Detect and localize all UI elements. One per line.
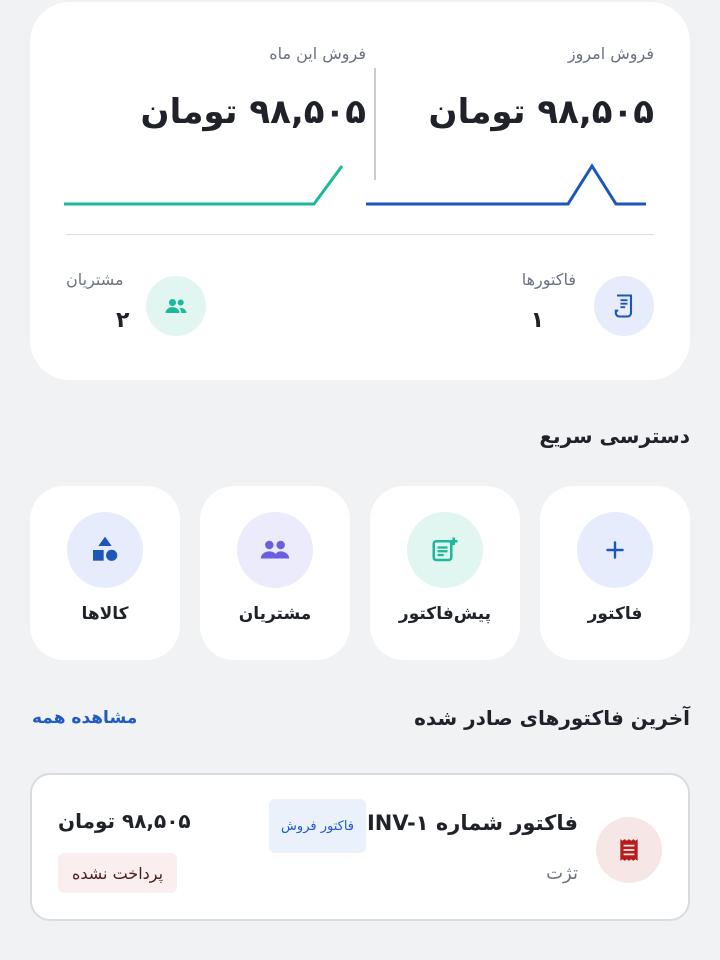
- quick-access-products-label: کالاها: [81, 604, 129, 624]
- invoices-count: ۱: [530, 308, 544, 333]
- today-sales-sparkline: [366, 163, 646, 206]
- quick-access-proforma[interactable]: پیش‌فاکتور: [370, 486, 520, 660]
- month-sales-value: ۹۸,۵۰۵ تومان: [140, 92, 366, 132]
- recent-invoices-title: آخرین فاکتورهای صادر شده: [414, 706, 690, 730]
- quick-access-title: دسترسی سریع: [539, 424, 690, 448]
- customers-count: ۲: [116, 308, 130, 333]
- invoice-type-badge: فاکتور فروش: [269, 799, 366, 853]
- month-sales-sparkline: [64, 165, 344, 206]
- today-sales-value: ۹۸,۵۰۵ تومان: [428, 92, 654, 132]
- note-add-icon: [407, 512, 483, 588]
- invoice-amount: ۹۸,۵۰۵ تومان: [58, 809, 191, 833]
- quick-access-products[interactable]: کالاها: [30, 486, 180, 660]
- view-all-link[interactable]: مشاهده همه: [32, 708, 137, 728]
- invoice-receipt-icon: [596, 817, 662, 883]
- plus-icon: [577, 512, 653, 588]
- month-sparkline-path: [64, 165, 344, 206]
- group-icon: [237, 512, 313, 588]
- quick-access-invoice[interactable]: فاکتور: [540, 486, 690, 660]
- quick-access-proforma-label: پیش‌فاکتور: [398, 604, 492, 624]
- month-sales-label: فروش این ماه: [269, 44, 366, 63]
- today-sales-label: فروش امروز: [567, 44, 654, 63]
- quick-access-customers[interactable]: مشتریان: [200, 486, 350, 660]
- quick-access-invoice-label: فاکتور: [587, 604, 643, 624]
- invoice-status-badge: پرداخت نشده: [58, 853, 178, 893]
- receipt-icon: [594, 276, 654, 336]
- quick-access-customers-label: مشتریان: [238, 604, 312, 624]
- invoice-customer: تژت: [546, 863, 578, 884]
- shapes-icon: [67, 512, 143, 588]
- customers-label: مشتریان: [66, 270, 124, 289]
- stats-horizontal-divider: [66, 234, 654, 235]
- invoices-count-stat[interactable]: فاکتورها ۱: [394, 268, 654, 340]
- group-icon: [146, 276, 206, 336]
- invoice-title: فاکتور شماره INV-۱: [366, 811, 578, 835]
- sales-summary-card: فروش امروز ۹۸,۵۰۵ تومان فروش این ماه ۹۸,…: [30, 2, 690, 380]
- invoice-card[interactable]: فاکتور شماره INV-۱ فاکتور فروش تژت ۹۸,۵۰…: [30, 773, 690, 921]
- customers-count-stat[interactable]: مشتریان ۲: [66, 268, 266, 340]
- invoices-label: فاکتورها: [521, 270, 576, 289]
- today-sparkline-path: [366, 163, 646, 206]
